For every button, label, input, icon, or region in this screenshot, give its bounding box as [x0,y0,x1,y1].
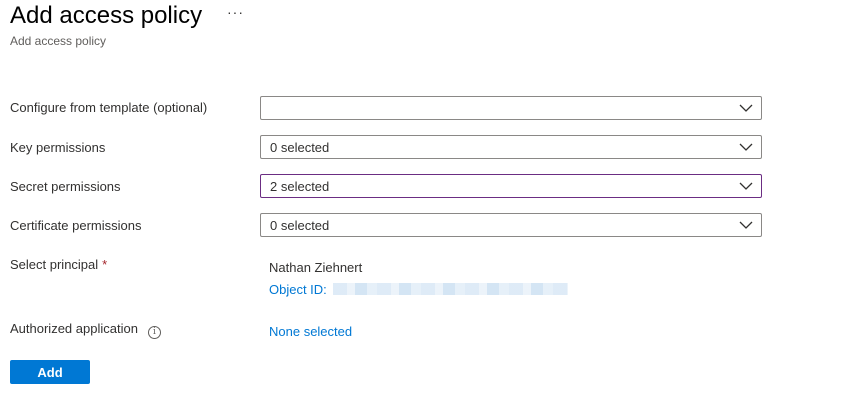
key-permissions-label: Key permissions [10,140,106,155]
authorized-application-label: Authorized application i [10,321,161,339]
select-principal-label: Select principal * [10,257,107,272]
select-principal-label-text: Select principal [10,257,99,272]
certificate-permissions-label: Certificate permissions [10,218,142,233]
authorized-application-label-text: Authorized application [10,321,138,336]
info-icon[interactable]: i [147,326,161,339]
principal-object-id: Object ID: [269,281,568,297]
authorized-application-link[interactable]: None selected [269,324,352,339]
chevron-down-icon [739,182,753,190]
key-permissions-dropdown[interactable]: 0 selected [260,135,762,159]
add-access-policy-page: Add access policy ··· Add access policy … [0,0,842,412]
more-options-icon[interactable]: ··· [227,4,244,20]
template-label: Configure from template (optional) [10,100,208,115]
template-dropdown[interactable] [260,96,762,120]
chevron-down-icon [739,143,753,151]
chevron-down-icon [739,221,753,229]
object-id-link[interactable]: Object ID: [269,282,327,297]
chevron-down-icon [739,104,753,112]
principal-name: Nathan Ziehnert [269,260,363,275]
key-permissions-value: 0 selected [270,140,330,155]
required-marker: * [102,257,108,272]
page-subtitle: Add access policy [10,34,107,48]
secret-permissions-value: 2 selected [270,179,330,194]
secret-permissions-dropdown[interactable]: 2 selected [260,174,762,198]
secret-permissions-label: Secret permissions [10,179,121,194]
redacted-object-id [332,283,568,295]
add-button[interactable]: Add [10,360,90,384]
page-title: Add access policy [10,2,203,29]
certificate-permissions-value: 0 selected [270,218,330,233]
certificate-permissions-dropdown[interactable]: 0 selected [260,213,762,237]
